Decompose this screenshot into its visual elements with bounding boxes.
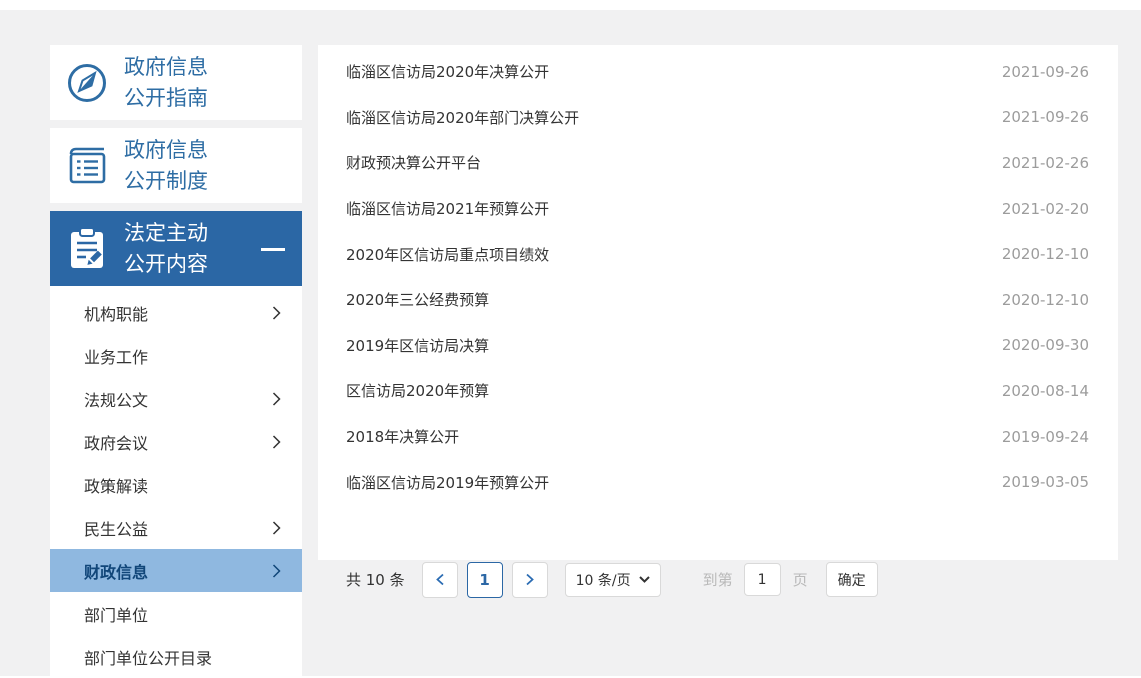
sidebar-card-label: 政府信息 公开指南 — [124, 52, 208, 114]
document-row: 2018年决算公开 2019-09-24 — [318, 414, 1118, 460]
goto-page-label: 到第 — [703, 569, 733, 590]
document-date: 2021-09-26 — [1002, 108, 1089, 126]
document-date: 2020-08-14 — [1002, 382, 1089, 400]
document-date: 2020-09-30 — [1002, 336, 1089, 354]
chevron-right-icon — [272, 434, 281, 450]
minus-icon[interactable] — [261, 248, 285, 251]
document-title-link[interactable]: 区信访局2020年预算 — [346, 380, 489, 401]
sidebar-card-disclosure-system[interactable]: 政府信息 公开制度 — [50, 128, 302, 203]
sidebar-item-label: 政策解读 — [84, 473, 148, 497]
sidebar-item-label: 业务工作 — [84, 344, 148, 368]
sidebar-item-label: 财政信息 — [84, 559, 148, 583]
sidebar-card-label: 政府信息 公开制度 — [124, 135, 208, 197]
sidebar-item[interactable]: 业务工作 — [50, 334, 302, 377]
document-title-link[interactable]: 临淄区信访局2021年预算公开 — [346, 198, 549, 219]
document-date: 2021-09-26 — [1002, 63, 1089, 81]
sidebar: 政府信息 公开指南 政府信息 公开制度 — [50, 45, 302, 678]
sidebar-item-label: 法规公文 — [84, 387, 148, 411]
document-date: 2019-03-05 — [1002, 473, 1089, 491]
document-title-link[interactable]: 2020年三公经费预算 — [346, 289, 489, 310]
document-list: 临淄区信访局2020年决算公开 2021-09-26 临淄区信访局2020年部门… — [318, 45, 1118, 505]
sidebar-item-label: 部门单位 — [84, 602, 148, 626]
sidebar-item[interactable]: 部门单位 — [50, 592, 302, 635]
sidebar-item[interactable]: 机构职能 — [50, 291, 302, 334]
ledger-icon — [50, 145, 124, 187]
document-date: 2020-12-10 — [1002, 245, 1089, 263]
sidebar-item[interactable]: 法规公文 — [50, 377, 302, 420]
document-row: 2020年三公经费预算 2020-12-10 — [318, 277, 1118, 323]
sidebar-item[interactable]: 民生公益 — [50, 506, 302, 549]
chevron-down-icon — [639, 576, 650, 583]
sidebar-card-label: 法定主动 公开内容 — [124, 218, 208, 280]
prev-page-button[interactable] — [422, 562, 458, 598]
chevron-left-icon — [435, 573, 445, 586]
page-number-button[interactable]: 1 — [467, 562, 503, 598]
sidebar-item[interactable]: 部门单位公开目录 — [50, 635, 302, 678]
document-date: 2019-09-24 — [1002, 428, 1089, 446]
document-date: 2020-12-10 — [1002, 291, 1089, 309]
document-title-link[interactable]: 2019年区信访局决算 — [346, 335, 489, 356]
document-panel: 临淄区信访局2020年决算公开 2021-09-26 临淄区信访局2020年部门… — [318, 45, 1118, 560]
document-row: 临淄区信访局2021年预算公开 2021-02-20 — [318, 186, 1118, 232]
document-title-link[interactable]: 临淄区信访局2020年决算公开 — [346, 61, 549, 82]
page-size-label: 10 条/页 — [576, 570, 631, 590]
compass-icon — [50, 61, 124, 105]
pagination-total: 共 10 条 — [346, 569, 405, 590]
document-row: 区信访局2020年预算 2020-08-14 — [318, 368, 1118, 414]
document-title-link[interactable]: 临淄区信访局2020年部门决算公开 — [346, 107, 579, 128]
document-title-link[interactable]: 2020年区信访局重点项目绩效 — [346, 244, 549, 265]
chevron-right-icon — [272, 305, 281, 321]
sidebar-item-label: 部门单位公开目录 — [84, 645, 212, 669]
confirm-button[interactable]: 确定 — [826, 562, 878, 597]
sidebar-card-statutory-disclosure[interactable]: 法定主动 公开内容 — [50, 211, 302, 286]
document-row: 财政预决算公开平台 2021-02-26 — [318, 140, 1118, 186]
document-title-link[interactable]: 临淄区信访局2019年预算公开 — [346, 472, 549, 493]
clipboard-pencil-icon — [50, 226, 124, 272]
document-title-link[interactable]: 2018年决算公开 — [346, 426, 459, 447]
page-size-select[interactable]: 10 条/页 — [565, 563, 661, 597]
document-row: 2019年区信访局决算 2020-09-30 — [318, 323, 1118, 369]
chevron-right-icon — [525, 573, 535, 586]
sidebar-item-label: 政府会议 — [84, 430, 148, 454]
document-row: 临淄区信访局2019年预算公开 2019-03-05 — [318, 459, 1118, 505]
sidebar-item-label: 机构职能 — [84, 301, 148, 325]
document-row: 临淄区信访局2020年部门决算公开 2021-09-26 — [318, 95, 1118, 141]
sidebar-item[interactable]: 政府会议 — [50, 420, 302, 463]
document-row: 临淄区信访局2020年决算公开 2021-09-26 — [318, 49, 1118, 95]
document-title-link[interactable]: 财政预决算公开平台 — [346, 152, 481, 173]
next-page-button[interactable] — [512, 562, 548, 598]
goto-page-unit: 页 — [793, 569, 808, 590]
document-date: 2021-02-26 — [1002, 154, 1089, 172]
pagination: 共 10 条 1 10 条/页 到第 页 确定 — [346, 561, 878, 598]
sidebar-item[interactable]: 政策解读 — [50, 463, 302, 506]
sidebar-item-label: 民生公益 — [84, 516, 148, 540]
chevron-right-icon — [272, 520, 281, 536]
sidebar-card-disclosure-guide[interactable]: 政府信息 公开指南 — [50, 45, 302, 120]
document-row: 2020年区信访局重点项目绩效 2020-12-10 — [318, 231, 1118, 277]
document-date: 2021-02-20 — [1002, 200, 1089, 218]
sidebar-item[interactable]: 财政信息 — [50, 549, 302, 592]
sidebar-menu: 机构职能 业务工作 法规公文 政府会议 政策解读 — [50, 286, 302, 678]
chevron-right-icon — [272, 391, 281, 407]
goto-page-input[interactable] — [744, 563, 781, 596]
chevron-right-icon — [272, 563, 281, 579]
